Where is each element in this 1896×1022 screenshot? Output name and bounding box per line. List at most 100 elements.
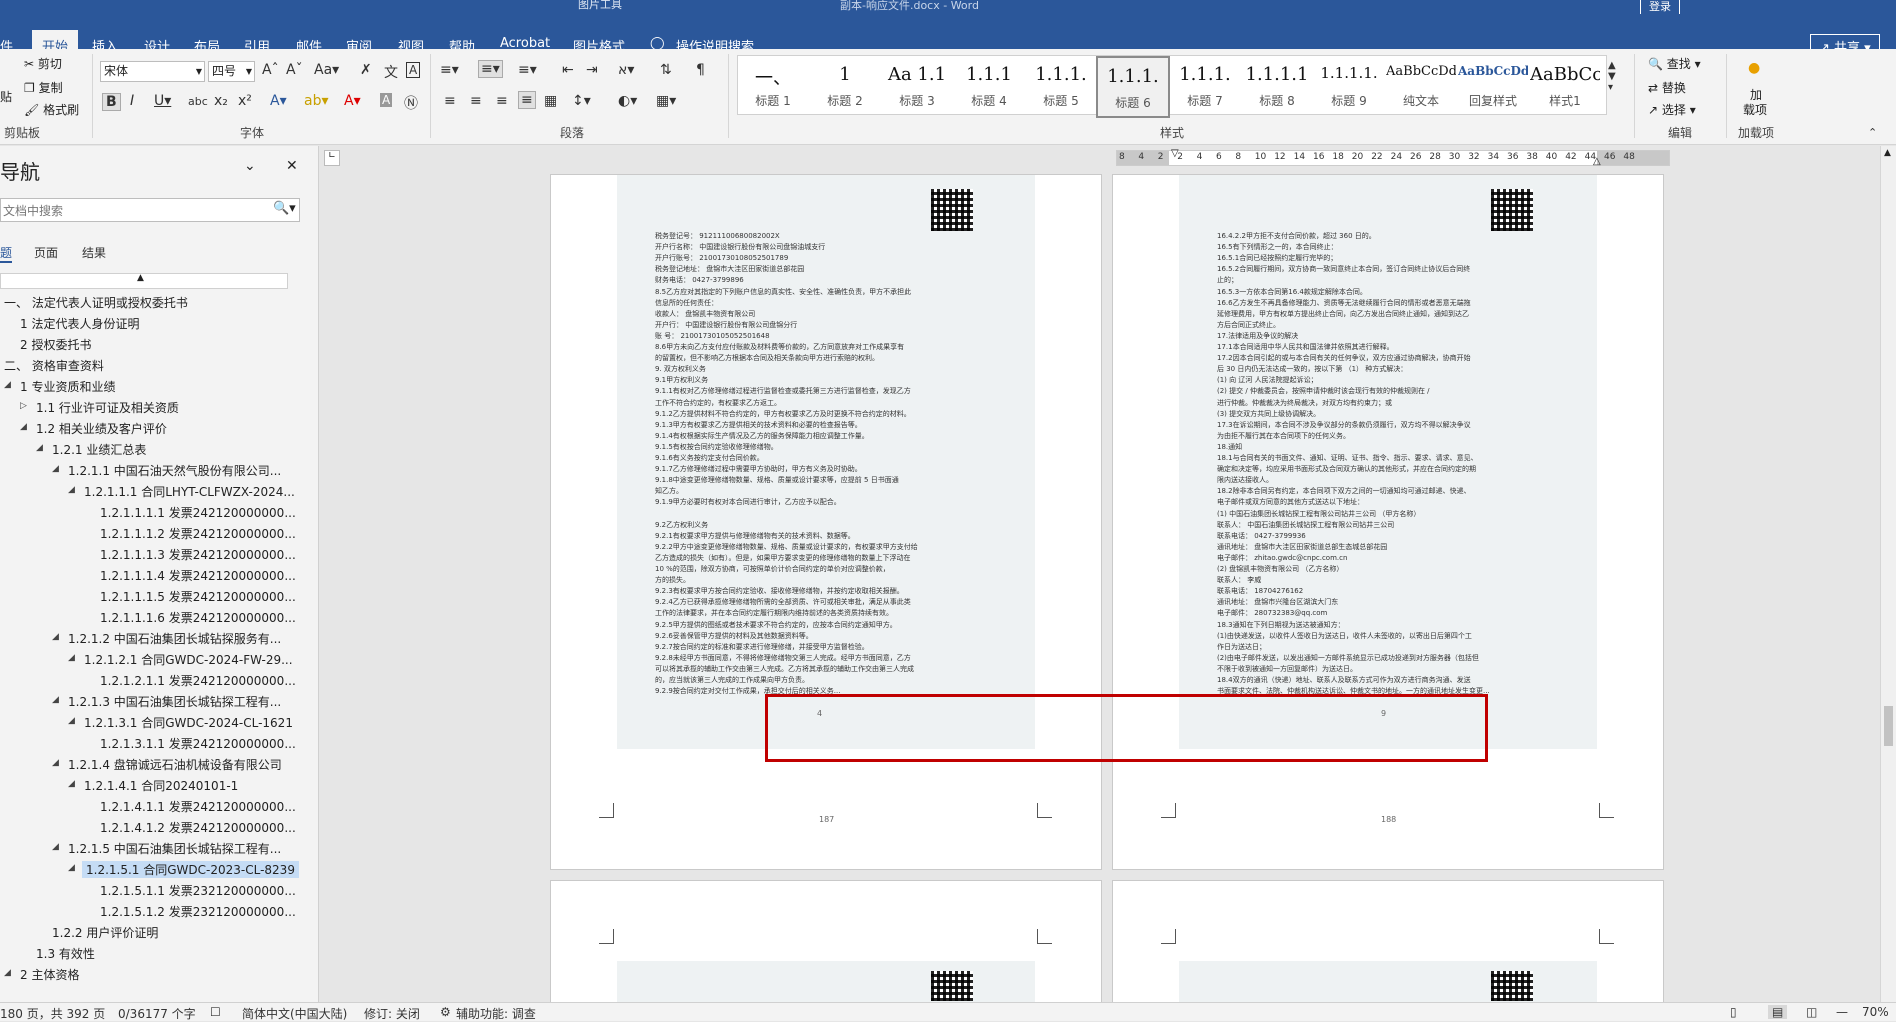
replace-button[interactable]: ⇄ 替换 <box>1648 79 1686 96</box>
find-button[interactable]: 🔍 查找 ▾ <box>1648 55 1701 72</box>
decrease-indent-icon[interactable]: ⇤ <box>562 62 574 78</box>
style-item[interactable]: 1 标题 2 <box>810 56 880 114</box>
select-button[interactable]: ↗ 选择 ▾ <box>1648 101 1696 118</box>
subscript-icon[interactable]: x₂ <box>214 93 228 109</box>
align-left-icon[interactable]: ≡ <box>444 93 456 109</box>
nav-heading-item[interactable]: 1.2.1.3 中国石油集团长城钻探工程有... <box>68 693 281 710</box>
align-center-icon[interactable]: ≡ <box>470 93 482 109</box>
text-effects-icon[interactable]: A▾ <box>270 93 287 109</box>
multilevel-list-icon[interactable]: ≡▾ <box>518 62 537 78</box>
collapse-triangle-icon[interactable]: ◢ <box>68 485 75 495</box>
enclose-characters-icon[interactable]: Ⓝ <box>404 93 418 113</box>
search-icon[interactable]: 🔍▾ <box>273 201 296 216</box>
nav-tab-pages[interactable]: 页面 <box>34 244 58 261</box>
cut-button[interactable]: ✂ 剪切 <box>24 55 62 72</box>
style-item[interactable]: AaBbCc 样式1 <box>1530 56 1600 114</box>
underline-icon[interactable]: U▾ <box>154 93 171 109</box>
phonetic-guide-icon[interactable]: 文 <box>384 62 398 82</box>
track-changes-status[interactable]: 修订: 关闭 <box>364 1005 420 1022</box>
nav-heading-item[interactable]: 1.2.1.1.1 合同LHYT-CLFWZX-2024... <box>84 483 295 500</box>
nav-heading-item[interactable]: 1.2.1.1.1.4 发票242120000000... <box>100 567 296 584</box>
scrollbar-thumb[interactable] <box>1884 706 1893 746</box>
gallery-scroll-icon[interactable]: ▲ ▼ ▾ <box>1608 60 1616 93</box>
superscript-icon[interactable]: x² <box>238 93 252 109</box>
collapse-triangle-icon[interactable]: ◢ <box>68 863 75 873</box>
paste-button[interactable]: 贴 <box>0 88 12 105</box>
nav-heading-item[interactable]: 1.2.1.1.1.3 发票242120000000... <box>100 546 296 563</box>
nav-heading-item[interactable]: 1.1 行业许可证及相关资质 <box>36 399 179 416</box>
nav-heading-item[interactable]: 1.2.1.1.1.5 发票242120000000... <box>100 588 296 605</box>
collapse-triangle-icon[interactable]: ◢ <box>52 464 59 474</box>
shading-icon[interactable]: ◐▾ <box>618 93 637 109</box>
nav-heading-item[interactable]: 1 法定代表人身份证明 <box>20 315 139 332</box>
format-painter-button[interactable]: 🖌 格式刷 <box>24 101 79 118</box>
collapse-triangle-icon[interactable]: ◢ <box>52 632 59 642</box>
collapse-triangle-icon[interactable]: ◢ <box>20 422 27 432</box>
nav-heading-item[interactable]: 1.2.1.4.1 合同20240101-1 <box>84 777 238 794</box>
font-name-select[interactable]: 宋体 ▼ <box>100 61 205 82</box>
accessibility-status[interactable]: 辅助功能: 调查 <box>456 1005 536 1022</box>
style-item[interactable]: 1.1.1. 标题 5 <box>1026 56 1096 114</box>
nav-heading-item[interactable]: 1.2.1.1.1.6 发票242120000000... <box>100 609 296 626</box>
style-item[interactable]: 1.1.1.1. 标题 9 <box>1314 56 1384 114</box>
close-icon[interactable]: ✕ <box>286 158 298 174</box>
collapse-triangle-icon[interactable]: ◢ <box>36 443 43 453</box>
character-shading-icon[interactable]: A <box>380 93 393 107</box>
nav-heading-item[interactable]: 二、 资格审查资料 <box>4 357 104 374</box>
show-marks-icon[interactable]: ¶ <box>696 62 705 78</box>
style-item[interactable]: Aa 1.1 标题 3 <box>882 56 952 114</box>
grow-font-icon[interactable]: Aˆ <box>262 62 279 78</box>
page-count-status[interactable]: 180 页，共 392 页 <box>0 1005 105 1022</box>
nav-heading-item[interactable]: 1.3 有效性 <box>36 945 95 962</box>
nav-heading-item[interactable]: 2 主体资格 <box>20 966 79 983</box>
nav-heading-item[interactable]: 1.2.1.1.1.2 发票242120000000... <box>100 525 296 542</box>
change-case-icon[interactable]: Aa▾ <box>314 62 339 78</box>
nav-heading-item[interactable]: 1.2.1 业绩汇总表 <box>52 441 146 458</box>
style-item[interactable]: 1.1.1.1 标题 8 <box>1242 56 1312 114</box>
nav-heading-item[interactable]: 1.2.2 用户评价证明 <box>52 924 158 941</box>
italic-icon[interactable]: I <box>130 93 134 109</box>
collapse-ribbon-icon[interactable]: ⌃ <box>1868 126 1877 139</box>
nav-search-input[interactable]: 文档中搜索 🔍▾ <box>0 198 300 222</box>
proofing-icon[interactable]: ☐ <box>210 1005 221 1019</box>
clear-formatting-icon[interactable]: ✗ <box>360 62 372 78</box>
nav-heading-item[interactable]: 1.2.1.2.1 合同GWDC-2024-FW-29... <box>84 651 293 668</box>
horizontal-ruler[interactable]: 8 4 2 2 4 6 8 10 12 14 16 18 20 22 24 26 28 30 32 34 36 38 40 4… <box>1116 148 1670 167</box>
nav-heading-item[interactable]: 1.2.1.2 中国石油集团长城钻探服务有... <box>68 630 281 647</box>
nav-heading-item[interactable]: 1.2.1.4 盘锦诚远石油机械设备有限公司 <box>68 756 282 773</box>
nav-heading-item[interactable]: 1.2.1.5.1.2 发票232120000000... <box>100 903 296 920</box>
style-item[interactable]: 一、 标题 1 <box>738 56 808 114</box>
strikethrough-icon[interactable]: abc <box>188 95 208 108</box>
font-color-icon[interactable]: A▾ <box>344 93 361 109</box>
collapse-triangle-icon[interactable]: ◢ <box>68 653 75 663</box>
bold-icon[interactable]: B <box>102 93 121 111</box>
nav-heading-item[interactable]: 2 授权委托书 <box>20 336 91 353</box>
nav-heading-item[interactable]: 1.2.1.1 中国石油天然气股份有限公司... <box>68 462 281 479</box>
document-page-right[interactable]: 16.4.2.2甲方拒不支付合同价款，超过 360 日的。 16.5有下列情形之一… <box>1112 174 1664 870</box>
style-item-selected[interactable]: 1.1.1. 标题 6 <box>1096 56 1170 118</box>
print-layout-icon[interactable]: ▤ <box>1768 1005 1788 1019</box>
read-mode-icon[interactable]: ▯ <box>1730 1005 1737 1019</box>
collapse-triangle-icon[interactable]: ◢ <box>68 779 75 789</box>
indent-marker-icon[interactable]: ▽ <box>1171 148 1179 159</box>
nav-heading-item[interactable]: 1 专业资质和业绩 <box>20 378 115 395</box>
nav-heading-item[interactable]: 1.2.1.5.1.1 发票232120000000... <box>100 882 296 899</box>
language-status[interactable]: 简体中文(中国大陆) <box>242 1005 347 1022</box>
document-page-next-left[interactable] <box>550 880 1102 1006</box>
scroll-up-icon[interactable]: ▲ <box>1884 148 1891 158</box>
zoom-out-icon[interactable]: — <box>1836 1005 1848 1019</box>
style-item[interactable]: AaBbCcDd 纯文本 <box>1386 56 1456 114</box>
nav-heading-item[interactable]: 1.2.1.2.1.1 发票242120000000... <box>100 672 296 689</box>
scanned-image[interactable] <box>1179 961 1597 1005</box>
right-indent-marker-icon[interactable]: △ <box>1593 156 1601 167</box>
character-border-icon[interactable]: A <box>406 62 421 78</box>
highlight-icon[interactable]: ab▾ <box>304 93 329 109</box>
tab-stop-selector[interactable]: ∟ <box>324 150 340 166</box>
web-layout-icon[interactable]: ◫ <box>1806 1005 1817 1019</box>
document-page-left[interactable]: 税务登记号： 91211100680082002X 开户行名称： 中国建设银行股份… <box>550 174 1102 870</box>
collapse-triangle-icon[interactable]: ◢ <box>52 758 59 768</box>
style-item[interactable]: 1.1.1. 标题 7 <box>1170 56 1240 114</box>
numbering-icon[interactable]: ≡▾ <box>478 60 503 78</box>
load-addin-label-2[interactable]: 载项 <box>1743 101 1767 118</box>
chinese-layout-icon[interactable]: א▾ <box>618 62 634 78</box>
